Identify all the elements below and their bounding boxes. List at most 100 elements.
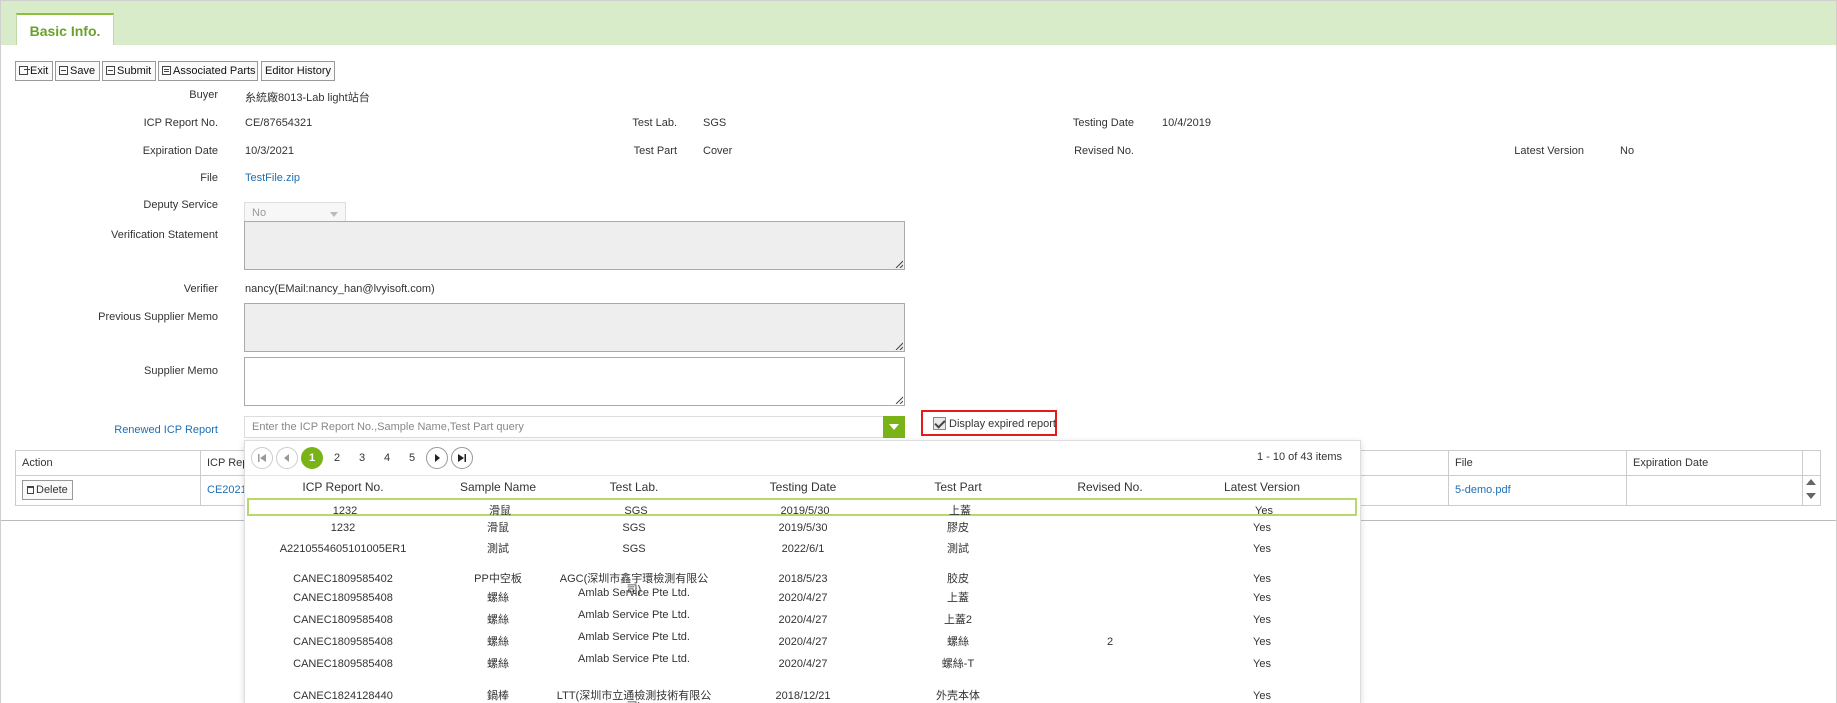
popup-table-cell: Amlab Service Pte Ltd.	[578, 653, 690, 665]
popup-header-cell: ICP Report No.	[302, 480, 384, 494]
popup-table-row[interactable]: CANEC1809585402 PP中空板 AGC(深圳市鑫宇環檢測有限公司) 201…	[247, 560, 1357, 596]
popup-table-cell: Yes	[1253, 690, 1271, 702]
popup-table-cell: 1232	[332, 505, 358, 517]
popup-table-cell: 1232	[330, 522, 356, 534]
testing-date-value: 10/4/2019	[1162, 117, 1211, 129]
popup-table-row[interactable]: CANEC1809585408 螺絲 Amlab Service Pte Ltd. 2…	[247, 631, 1357, 649]
popup-table-cell: 2	[1106, 636, 1114, 648]
popup-table-row[interactable]: A2210554605101005ER1 測試 SGS 2022/6/1 測試 Yes	[247, 538, 1357, 556]
page-5[interactable]: 5	[401, 447, 423, 469]
popup-table-cell: 2019/5/30	[780, 505, 830, 517]
popup-table-cell: 螺絲	[487, 614, 509, 626]
trash-icon	[27, 486, 34, 495]
grid-header-expiration-date: Expiration Date	[1627, 451, 1803, 475]
editor-history-button[interactable]: Editor History	[261, 61, 335, 81]
popup-table-cell: CANEC1809585408	[293, 658, 393, 670]
icp-report-dropdown-popup: 1 2 3 4 5 1 - 10 of 43 items ICP Report …	[244, 440, 1361, 703]
grid-cell-action: Delete	[16, 475, 201, 505]
next-page-button[interactable]	[426, 447, 448, 469]
popup-table-cell: 上蓋	[947, 592, 969, 604]
save-button[interactable]: Save	[55, 61, 100, 81]
popup-table-cell: 滑鼠	[487, 522, 509, 534]
display-expired-report-label[interactable]: Display expired report	[949, 418, 1056, 430]
dropdown-toggle-button[interactable]	[883, 416, 905, 438]
page-3[interactable]: 3	[351, 447, 373, 469]
popup-table-cell: 上蓋	[949, 505, 971, 517]
previous-supplier-memo-label: Previous Supplier Memo	[98, 311, 218, 323]
verifier-label: Verifier	[183, 283, 218, 295]
file-link[interactable]: TestFile.zip	[245, 172, 300, 184]
verifier-value: nancy(EMail:nancy_han@lvyisoft.com)	[245, 283, 435, 295]
display-expired-report-checkbox[interactable]	[933, 417, 946, 430]
page-4[interactable]: 4	[376, 447, 398, 469]
latest-version-value: No	[1620, 145, 1635, 157]
popup-table-cell: 測試	[487, 543, 509, 555]
page-1[interactable]: 1	[301, 447, 323, 469]
renewed-icp-report-combobox[interactable]: Enter the ICP Report No.,Sample Name,Tes…	[244, 416, 905, 438]
pager-info: 1 - 10 of 43 items	[1257, 451, 1342, 463]
previous-page-icon	[284, 454, 289, 462]
popup-table-cell: 2020/4/27	[778, 636, 828, 648]
supplier-memo-textarea[interactable]	[244, 357, 905, 406]
first-page-button[interactable]	[251, 447, 273, 469]
popup-table-row[interactable]: CANEC1809585408 螺絲 Amlab Service Pte Ltd. 2…	[247, 587, 1357, 605]
previous-supplier-memo-textarea[interactable]	[244, 303, 905, 352]
associated-parts-button[interactable]: Associated Parts	[158, 61, 258, 81]
resize-handle-icon[interactable]	[894, 259, 903, 268]
popup-header-cell: Sample Name	[459, 480, 537, 494]
popup-header-cell: Testing Date	[769, 480, 837, 494]
popup-table-row[interactable]: 1232 滑鼠 SGS 2019/5/30 上蓋 Yes	[247, 498, 1357, 517]
popup-table-cell: 2018/12/21	[775, 690, 831, 702]
popup-table-cell: 2022/6/1	[781, 543, 825, 555]
popup-table-cell: Yes	[1253, 522, 1271, 534]
document-icon	[162, 66, 171, 75]
popup-table-row[interactable]: 1232 滑鼠 SGS 2019/5/30 膠皮 Yes	[247, 517, 1357, 535]
chevron-down-icon	[330, 212, 338, 217]
popup-table-cell: 2020/4/27	[778, 614, 828, 626]
popup-table-cell: Yes	[1253, 592, 1271, 604]
popup-table-cell: A2210554605101005ER1	[279, 543, 407, 555]
popup-table-cell: 滑鼠	[489, 505, 511, 517]
scroll-up-icon[interactable]	[1806, 479, 1816, 485]
verification-statement-textarea[interactable]	[244, 221, 905, 270]
popup-table-cell: CANEC1824128440	[293, 690, 393, 702]
exit-icon	[19, 66, 30, 75]
expiration-date-label: Expiration Date	[142, 145, 218, 157]
grid-cell-file-link[interactable]: 5-demo.pdf	[1448, 475, 1627, 505]
file-label: File	[200, 172, 218, 184]
last-page-button[interactable]	[451, 447, 473, 469]
popup-table-cell: 螺絲	[947, 636, 969, 648]
delete-button[interactable]: Delete	[22, 480, 73, 501]
resize-handle-icon[interactable]	[894, 341, 903, 350]
icp-report-label: ICP Report No.	[143, 117, 218, 129]
submit-button[interactable]: Submit	[102, 61, 156, 81]
previous-page-button[interactable]	[276, 447, 298, 469]
exit-button[interactable]: Exit	[15, 61, 53, 81]
popup-table-row[interactable]: CANEC1809585408 螺絲 Amlab Service Pte Ltd. 2…	[247, 609, 1357, 627]
popup-table-row[interactable]: CANEC1809585408 螺絲 Amlab Service Pte Ltd. 2…	[247, 653, 1357, 671]
tab-basic-info[interactable]: Basic Info.	[16, 13, 114, 47]
icp-report-value: CE/87654321	[245, 117, 313, 129]
popup-table-cell: 上蓋2	[943, 614, 973, 626]
grid-scrollbar[interactable]	[1802, 475, 1820, 505]
resize-handle-icon[interactable]	[894, 395, 903, 404]
grid-header-action: Action	[16, 451, 201, 475]
popup-table-cell: Yes	[1253, 636, 1271, 648]
scroll-down-icon[interactable]	[1806, 493, 1816, 499]
popup-table-cell: 外壳本体	[936, 690, 980, 702]
popup-table-row[interactable]: CANEC1824128440 鍋棒 LTT(深圳市立通檢測技術有限公司) 2018/…	[247, 677, 1357, 703]
popup-table-cell: 膠皮	[947, 522, 969, 534]
renewed-icp-report-label: Renewed ICP Report	[114, 424, 218, 436]
test-lab-label: Test Lab.	[632, 117, 677, 129]
popup-table-cell: Amlab Service Pte Ltd.	[578, 609, 690, 621]
buyer-value: 糸統廠8013-Lab light站台	[245, 92, 370, 104]
popup-table-cell: 2020/4/27	[778, 658, 828, 670]
popup-table-cell: CANEC1809585408	[293, 592, 393, 604]
popup-table-header: ICP Report No. Sample Name Test Lab. Testin…	[245, 476, 1360, 498]
page-2[interactable]: 2	[326, 447, 348, 469]
popup-table-cell: 測試	[947, 543, 969, 555]
popup-table-cell: 螺絲	[487, 592, 509, 604]
popup-table-cell: SGS	[622, 543, 646, 555]
save-icon	[59, 66, 68, 75]
verification-statement-label: Verification Statement	[110, 229, 218, 241]
